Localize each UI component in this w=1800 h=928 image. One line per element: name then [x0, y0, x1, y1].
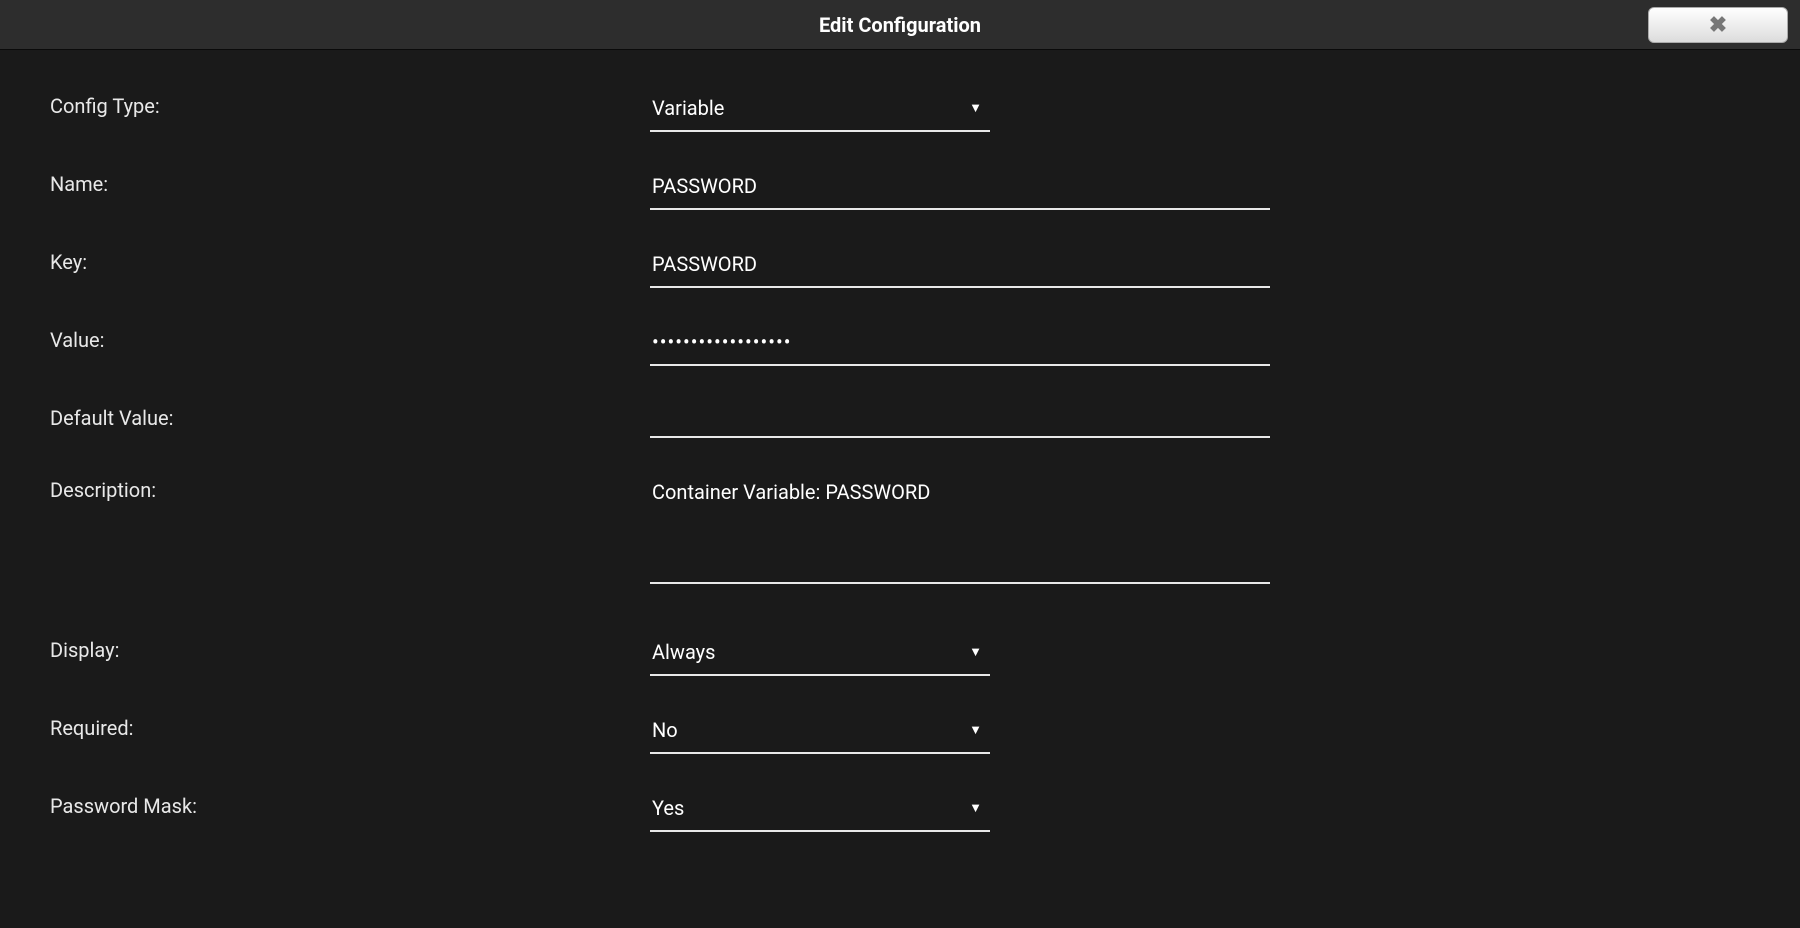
default-value-label: Default Value: [50, 402, 650, 430]
required-select[interactable]: No ▼ [650, 712, 990, 754]
name-label: Name: [50, 168, 650, 196]
close-icon: ✖ [1709, 12, 1727, 38]
value-row: Value: •••••••••••••••••• [50, 324, 1750, 366]
value-input[interactable]: •••••••••••••••••• [650, 324, 1270, 366]
value-label: Value: [50, 324, 650, 352]
config-type-row: Config Type: Variable ▼ [50, 90, 1750, 132]
description-row: Description: [50, 474, 1750, 588]
required-label: Required: [50, 712, 650, 740]
password-mask-select[interactable]: Yes ▼ [650, 790, 990, 832]
display-select[interactable]: Always ▼ [650, 634, 990, 676]
password-mask-value: Yes [652, 796, 684, 820]
chevron-down-icon: ▼ [969, 722, 982, 738]
name-row: Name: [50, 168, 1750, 210]
name-input[interactable] [650, 168, 1270, 210]
dialog-body: Config Type: Variable ▼ Name: Key: Value… [0, 50, 1800, 928]
config-type-value: Variable [652, 96, 724, 120]
key-label: Key: [50, 246, 650, 274]
dialog-title: Edit Configuration [819, 13, 981, 37]
dialog-header: Edit Configuration ✖ [0, 0, 1800, 50]
config-type-select[interactable]: Variable ▼ [650, 90, 990, 132]
default-value-input[interactable] [650, 402, 1270, 438]
display-value: Always [652, 640, 715, 664]
key-row: Key: [50, 246, 1750, 288]
required-value: No [652, 718, 678, 742]
default-value-row: Default Value: [50, 402, 1750, 438]
description-label: Description: [50, 474, 650, 502]
chevron-down-icon: ▼ [969, 644, 982, 660]
chevron-down-icon: ▼ [969, 100, 982, 116]
password-mask-label: Password Mask: [50, 790, 650, 818]
chevron-down-icon: ▼ [969, 800, 982, 816]
password-mask-row: Password Mask: Yes ▼ [50, 790, 1750, 832]
key-input[interactable] [650, 246, 1270, 288]
edit-configuration-dialog: Edit Configuration ✖ Config Type: Variab… [0, 0, 1800, 928]
close-button[interactable]: ✖ [1648, 7, 1788, 43]
display-label: Display: [50, 634, 650, 662]
description-input[interactable] [650, 474, 1270, 584]
required-row: Required: No ▼ [50, 712, 1750, 754]
display-row: Display: Always ▼ [50, 634, 1750, 676]
config-type-label: Config Type: [50, 90, 650, 118]
